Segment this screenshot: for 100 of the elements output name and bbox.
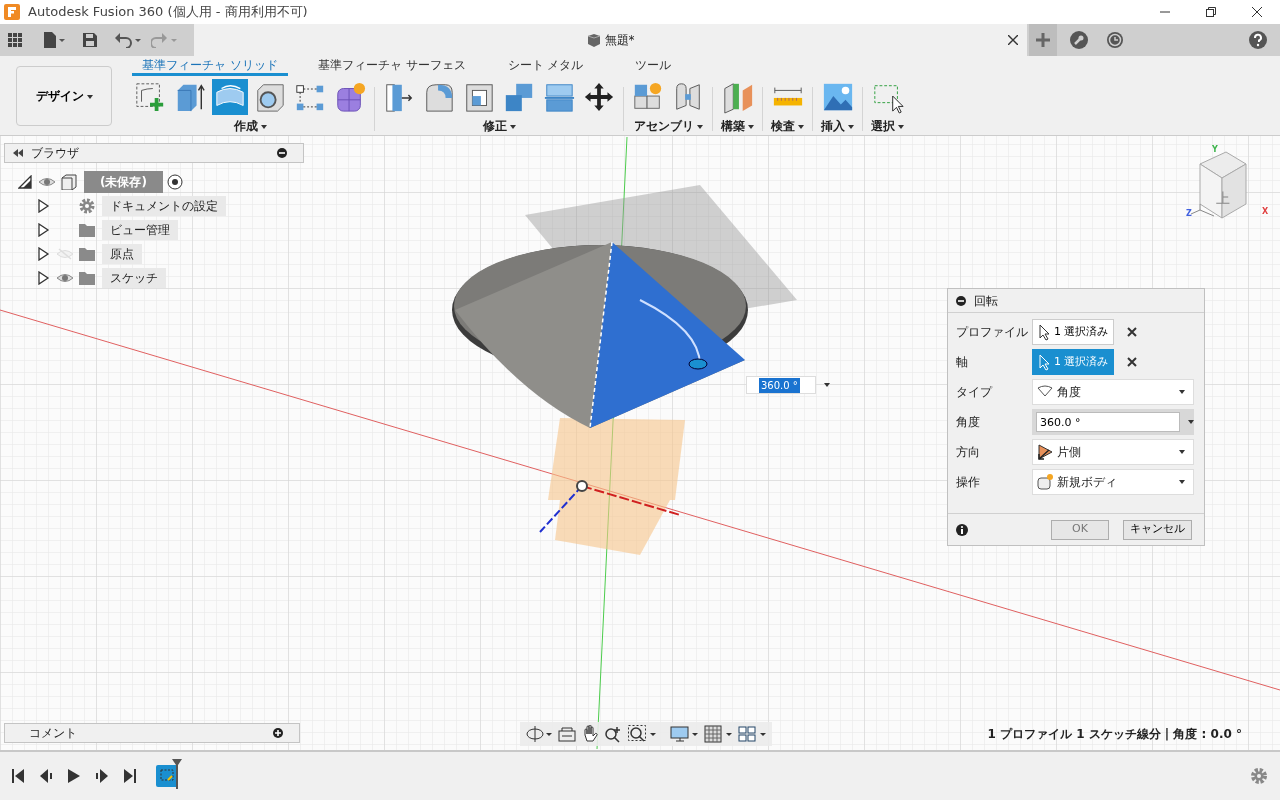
caret-icon: [696, 124, 703, 129]
dialog-button[interactable]: キャンセル: [1123, 519, 1192, 540]
zoom-icon: [604, 725, 622, 743]
window-title: Autodesk Fusion 360 (個人用 - 商用利用不可): [28, 3, 308, 22]
redo-icon: [151, 32, 177, 48]
dimension-input[interactable]: 360.0 °: [746, 376, 816, 394]
tree-item-label[interactable]: 原点: [102, 244, 142, 264]
ribbon-tab[interactable]: シート メタル: [497, 58, 594, 76]
grid-settings-icon: [704, 725, 732, 743]
fit-icon: [628, 725, 656, 743]
clear-icon[interactable]: [1126, 356, 1138, 368]
viewports-icon: [738, 725, 766, 743]
caret-icon: [1179, 450, 1185, 454]
target-icon[interactable]: [166, 174, 183, 190]
eye-icon[interactable]: [56, 271, 74, 285]
collapse-arrows-icon: [13, 149, 23, 157]
workspace-menu-button[interactable]: デザイン: [16, 66, 112, 126]
document-title: 無題*: [604, 32, 635, 49]
timeline-marker-icon[interactable]: [172, 759, 182, 789]
dropdown-field[interactable]: 新規ボディ: [1032, 469, 1194, 495]
collapsed-triangle-icon[interactable]: [36, 271, 50, 285]
clear-icon[interactable]: [1126, 326, 1138, 338]
zoom-button[interactable]: [604, 725, 622, 743]
group-menu-button[interactable]: 構築: [719, 119, 756, 133]
caret-icon: [748, 124, 754, 129]
help-icon: [1249, 31, 1267, 49]
dialog-button[interactable]: OK: [1051, 519, 1109, 540]
gear-icon: [78, 198, 96, 214]
collapsed-triangle-icon[interactable]: [36, 247, 50, 261]
fit-button[interactable]: [628, 725, 656, 743]
tree-item-label[interactable]: ビュー管理: [102, 220, 178, 240]
group-menu-button[interactable]: アセンブリ: [631, 119, 705, 133]
collapsed-triangle-icon[interactable]: [36, 223, 50, 237]
dropdown-field[interactable]: 角度: [1032, 379, 1194, 405]
expanded-triangle-icon[interactable]: [18, 175, 32, 189]
folder-icon: [78, 222, 96, 238]
field-label: 軸: [956, 354, 969, 371]
caret-icon: [86, 94, 93, 99]
tree-item-label[interactable]: ドキュメントの設定: [102, 196, 226, 216]
caret-icon: [898, 124, 904, 129]
status-text: 1 プロファイル 1 スケッチ線分 | 角度 : 0.0 °: [987, 726, 1242, 743]
close-tab-icon: [1008, 35, 1018, 45]
component-box-icon: [60, 174, 78, 190]
group-menu-button[interactable]: 作成: [231, 119, 269, 133]
dropdown-field[interactable]: 片側: [1032, 439, 1194, 465]
group-menu-button[interactable]: 検査: [769, 119, 806, 133]
orbit-icon: [526, 725, 552, 743]
number-field[interactable]: 360.0 °: [1036, 412, 1180, 432]
collapsed-triangle-icon[interactable]: [36, 199, 50, 213]
caret-icon[interactable]: [824, 383, 830, 387]
selection-button[interactable]: 1 選択済み: [1032, 319, 1114, 345]
group-menu-button[interactable]: 修正: [480, 119, 518, 133]
caret-icon[interactable]: [1188, 420, 1194, 424]
ribbon-tab[interactable]: 基準フィーチャ ソリッド: [132, 58, 288, 76]
move-icon: [583, 80, 615, 114]
ribbon-tab[interactable]: 基準フィーチャ サーフェス: [307, 58, 476, 76]
direction-icon: [1037, 444, 1053, 460]
display-settings-icon: [670, 725, 698, 743]
look-at-icon: [558, 726, 576, 742]
close-icon: [1252, 7, 1262, 17]
dialog-title: 回転: [974, 292, 998, 310]
minus-circle-icon[interactable]: [277, 148, 287, 158]
cursor-icon: [1037, 323, 1050, 341]
viewports-button[interactable]: [738, 725, 766, 743]
timeline-sketch-icon[interactable]: [156, 765, 178, 787]
group-menu-button[interactable]: 挿入: [819, 119, 856, 133]
caret-icon: [848, 124, 854, 129]
browser-title: ブラウザ: [31, 145, 79, 162]
save-icon: [83, 33, 97, 47]
cursor-icon: [1037, 353, 1050, 371]
play-icon: [68, 769, 80, 783]
group-menu-button[interactable]: 選択: [869, 119, 906, 133]
grid-settings-button[interactable]: [704, 725, 732, 743]
restore-icon: [1206, 7, 1216, 17]
selection-button[interactable]: 1 選択済み: [1032, 349, 1114, 375]
plus-circle-icon[interactable]: [273, 728, 283, 738]
caret-icon: [1179, 480, 1185, 484]
caret-icon: [260, 124, 267, 129]
display-settings-button[interactable]: [670, 725, 698, 743]
info-icon[interactable]: [956, 523, 968, 536]
first-frame-icon: [12, 769, 24, 783]
caret-icon: [798, 124, 804, 129]
apps-grid-icon: [8, 33, 22, 47]
eye-icon[interactable]: [38, 175, 56, 189]
rounded-cube-icon: [334, 80, 366, 114]
app-logo-icon: [4, 4, 20, 20]
orbit-button[interactable]: [526, 725, 552, 743]
axis-label: X: [1262, 206, 1269, 218]
planes-icon: [721, 80, 754, 114]
minus-circle-icon[interactable]: [956, 295, 966, 306]
folder-icon: [78, 270, 96, 286]
tree-item-label[interactable]: スケッチ: [102, 268, 166, 288]
look-at-button[interactable]: [558, 726, 576, 742]
pan-hand-button[interactable]: [582, 725, 598, 743]
ribbon-tab[interactable]: ツール: [625, 58, 682, 76]
folder-icon: [78, 246, 96, 262]
view-cube-face-label: 上: [1216, 189, 1230, 208]
last-frame-icon: [124, 769, 136, 783]
document-tab[interactable]: 無題*: [194, 24, 1027, 56]
new-tab-icon: [1036, 33, 1050, 47]
